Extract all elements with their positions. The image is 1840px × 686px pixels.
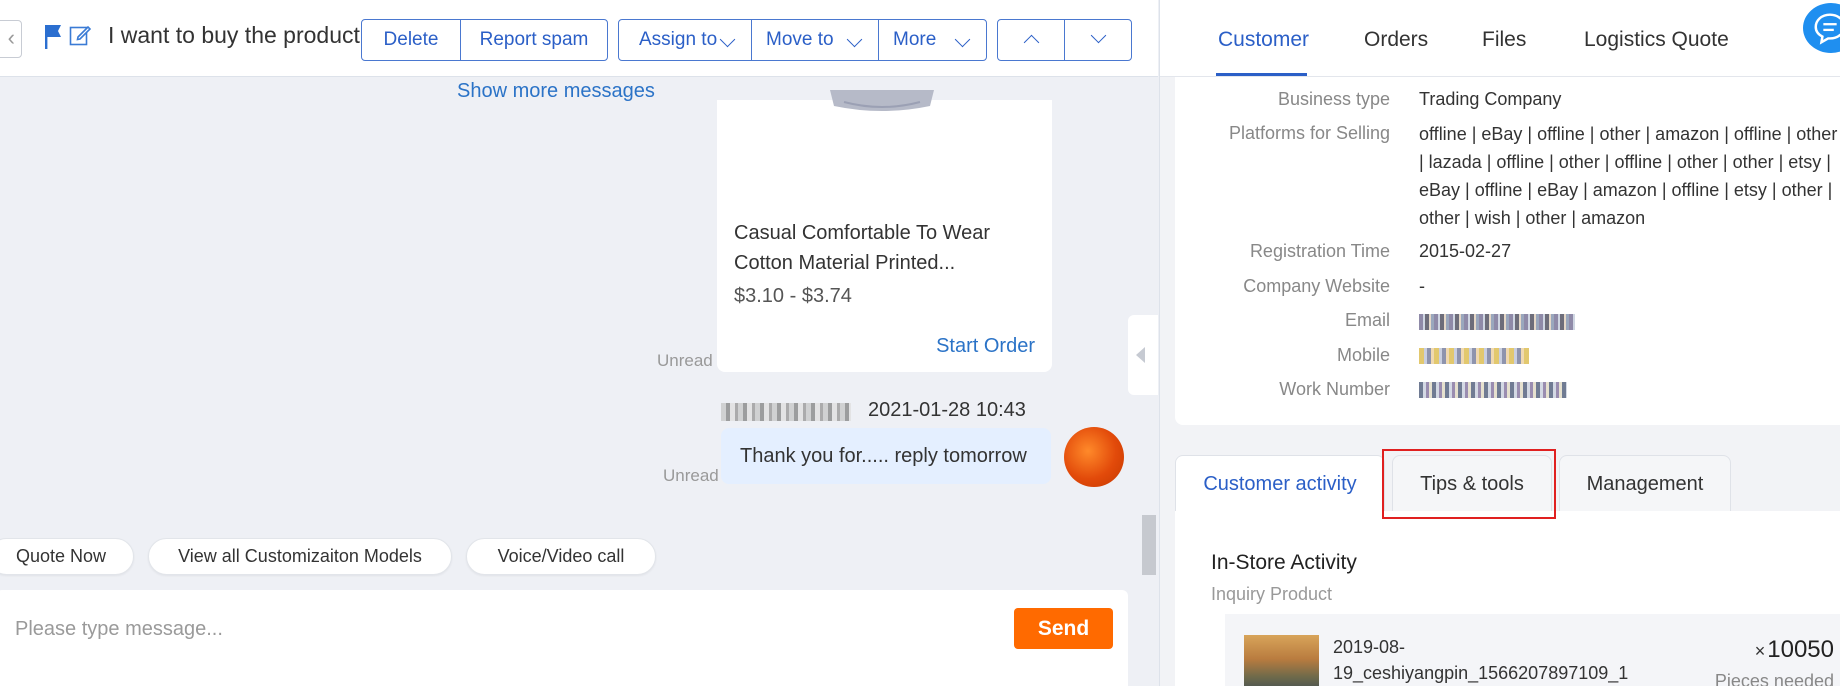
product-card[interactable]: Casual Comfortable To Wear Cotton Materi… (717, 90, 1052, 372)
scrollbar[interactable] (1142, 515, 1156, 575)
product-image (830, 90, 934, 111)
customer-info-card: Business type Trading Company Platforms … (1175, 77, 1840, 425)
product-name[interactable]: Casual Comfortable To Wear Cotton Materi… (734, 218, 1034, 278)
product-price: $3.10 - $3.74 (734, 285, 852, 307)
activity-card: In-Store Activity Inquiry Product 2019-0… (1175, 511, 1840, 686)
chevron-down-icon (719, 31, 736, 48)
business-type-value: Trading Company (1419, 89, 1562, 109)
previous-conversation-button[interactable] (997, 19, 1065, 61)
view-customization-models-button[interactable]: View all Customizaiton Models (148, 538, 452, 575)
chevron-down-icon (846, 31, 863, 48)
message-input[interactable]: Please type message... (0, 590, 1128, 686)
tab-customer[interactable]: Customer (1218, 28, 1309, 52)
mobile-value (1419, 348, 1529, 364)
voice-video-call-button[interactable]: Voice/Video call (466, 538, 656, 575)
conversation-subject: I want to buy the product (108, 22, 360, 48)
business-type-label: Business type (1277, 89, 1390, 109)
mobile-label: Mobile (1336, 345, 1390, 365)
company-website-label: Company Website (1243, 276, 1390, 296)
send-button[interactable]: Send (1014, 608, 1113, 649)
unread-status: Unread (663, 466, 719, 485)
customer-panel: Customer Orders Files Logistics Quote Bu… (1159, 0, 1840, 686)
message-bubble: Thank you for..... reply tomorrow (721, 428, 1051, 484)
move-to-dropdown[interactable]: Move to (751, 19, 879, 61)
email-value (1419, 314, 1575, 330)
message-timestamp: 2021-01-28 10:43 (868, 399, 1026, 421)
chevron-down-icon (1090, 27, 1106, 44)
company-website-value: - (1419, 276, 1425, 296)
collapse-panel-button[interactable] (1128, 315, 1158, 395)
platforms-label: Platforms for Selling (1228, 123, 1390, 143)
inquiry-quantity-unit: Pieces needed (1714, 671, 1834, 686)
registration-time-label: Registration Time (1249, 241, 1390, 261)
work-number-label: Work Number (1279, 379, 1390, 399)
tab-logistics-quote[interactable]: Logistics Quote (1584, 28, 1729, 52)
quote-now-button[interactable]: Quote Now (0, 538, 134, 575)
inquiry-quantity: ×10050 (1754, 636, 1834, 663)
inquiry-product-name[interactable]: 2019-08-19_ceshiyangpin_1566207897109_1 (1333, 634, 1663, 686)
inquiry-product-row[interactable]: 2019-08-19_ceshiyangpin_1566207897109_1 … (1225, 614, 1840, 686)
flag-icon[interactable] (44, 24, 62, 50)
unread-status: Unread (657, 351, 713, 370)
tab-management[interactable]: Management (1559, 455, 1731, 511)
tab-orders[interactable]: Orders (1364, 28, 1428, 52)
inquiry-product-thumbnail (1244, 635, 1319, 686)
chat-pane: ‹ I want to buy the product Delete Repor… (0, 0, 1158, 686)
edit-icon[interactable] (69, 24, 91, 46)
email-label: Email (1344, 310, 1390, 330)
activity-subtitle: Inquiry Product (1211, 584, 1333, 604)
chevron-down-icon (954, 31, 971, 48)
activity-title: In-Store Activity (1211, 551, 1357, 574)
platforms-value: offline | eBay | offline | other | amazo… (1419, 124, 1838, 228)
next-conversation-button[interactable] (1064, 19, 1132, 61)
show-more-messages-link[interactable]: Show more messages (457, 80, 655, 103)
report-spam-button[interactable]: Report spam (460, 19, 608, 61)
message-input-placeholder: Please type message... (15, 618, 223, 640)
registration-time-value: 2015-02-27 (1419, 241, 1512, 261)
tab-customer-activity[interactable]: Customer activity (1175, 455, 1385, 511)
sender-name (721, 403, 851, 421)
active-tab-indicator (1216, 73, 1307, 76)
conversation-toolbar: ‹ I want to buy the product Delete Repor… (0, 0, 1158, 77)
delete-button[interactable]: Delete (361, 19, 461, 61)
work-number-value (1419, 382, 1567, 398)
tab-files[interactable]: Files (1482, 28, 1526, 52)
highlight-box (1382, 449, 1556, 519)
back-button[interactable]: ‹ (0, 20, 22, 58)
avatar[interactable] (1064, 427, 1124, 487)
assign-to-dropdown[interactable]: Assign to (618, 19, 752, 61)
start-order-link[interactable]: Start Order (936, 335, 1035, 358)
more-dropdown[interactable]: More (878, 19, 987, 61)
chevron-up-icon (1023, 34, 1039, 51)
customer-panel-tabs: Customer Orders Files Logistics Quote (1160, 0, 1840, 77)
